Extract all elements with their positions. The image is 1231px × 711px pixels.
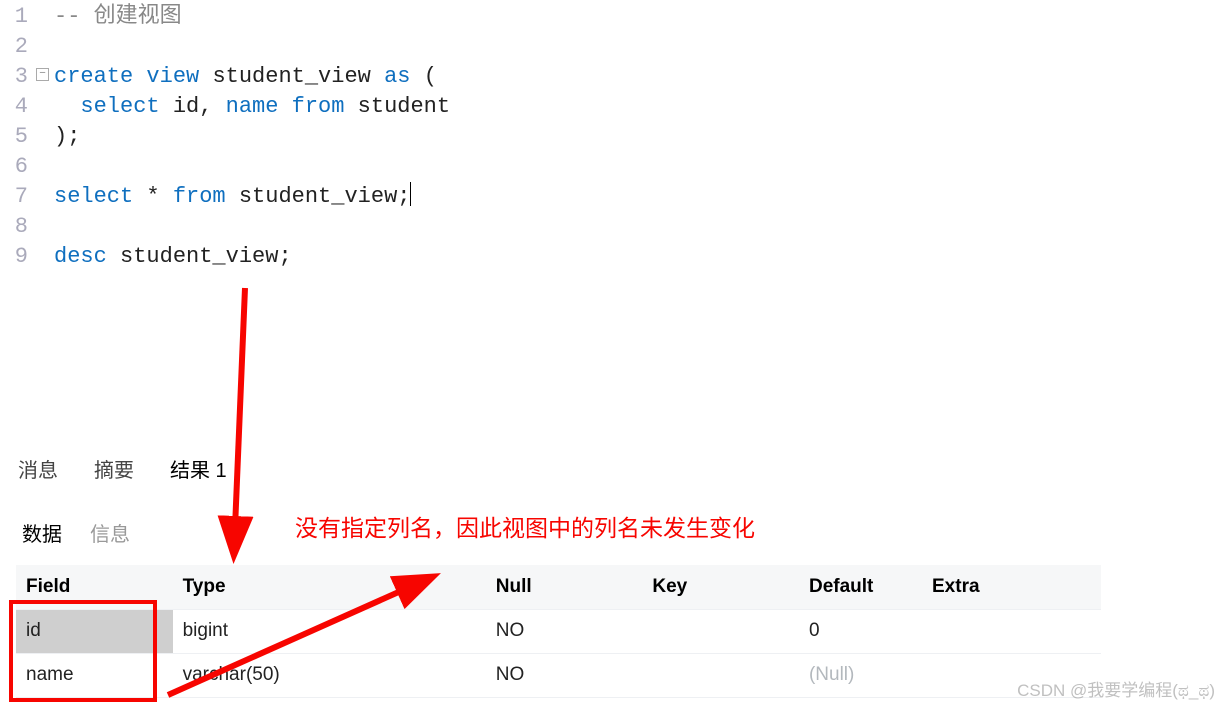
- code-token: select: [54, 184, 146, 209]
- col-header-extra[interactable]: Extra: [922, 565, 1101, 609]
- code-line[interactable]: [54, 152, 450, 182]
- tab-摘要[interactable]: 摘要: [90, 448, 138, 493]
- text-cursor: [410, 182, 411, 206]
- result-section-tabs: 消息摘要结果 1: [0, 440, 1231, 504]
- code-token: create view: [54, 64, 212, 89]
- describe-result-table: FieldTypeNullKeyDefaultExtra idbigintNO 0…: [16, 565, 1101, 698]
- col-header-type[interactable]: Type: [173, 565, 486, 609]
- fold-column: [36, 2, 54, 272]
- code-token: [54, 94, 80, 119]
- code-line[interactable]: [54, 212, 450, 242]
- code-token: student: [358, 94, 450, 119]
- code-line[interactable]: select * from student_view;: [54, 182, 450, 212]
- cell-field[interactable]: id: [16, 609, 173, 653]
- cell-null[interactable]: NO: [486, 609, 643, 653]
- table-row[interactable]: idbigintNO 0: [16, 609, 1101, 653]
- result-sub-tabs: 数据信息: [10, 504, 1221, 565]
- line-number: 8: [0, 212, 28, 242]
- line-number: 7: [0, 182, 28, 212]
- tab-结果 1[interactable]: 结果 1: [166, 448, 231, 493]
- line-number: 3: [0, 62, 28, 92]
- watermark-text: CSDN @我要学编程(ಥ_ಥ): [1017, 676, 1215, 701]
- cell-key[interactable]: [642, 653, 799, 697]
- tab-消息[interactable]: 消息: [14, 448, 62, 493]
- code-line[interactable]: );: [54, 122, 450, 152]
- code-token: id,: [173, 94, 226, 119]
- subtab-信息[interactable]: 信息: [90, 518, 130, 547]
- code-token: student_view;: [120, 244, 292, 269]
- code-token: select: [80, 94, 172, 119]
- line-number: 4: [0, 92, 28, 122]
- code-token: from: [173, 184, 239, 209]
- cell-extra[interactable]: [922, 609, 1101, 653]
- cell-field[interactable]: name: [16, 653, 173, 697]
- line-number-gutter: 123456789: [0, 2, 36, 272]
- line-number: 1: [0, 2, 28, 32]
- fold-toggle-icon[interactable]: [36, 68, 49, 81]
- line-number: 5: [0, 122, 28, 152]
- code-line[interactable]: desc student_view;: [54, 242, 450, 272]
- table-row[interactable]: namevarchar(50)NO (Null): [16, 653, 1101, 697]
- cell-type[interactable]: bigint: [173, 609, 486, 653]
- code-token: as: [384, 64, 424, 89]
- sql-editor[interactable]: 123456789 -- 创建视图 create view student_vie…: [0, 0, 1231, 440]
- col-header-key[interactable]: Key: [642, 565, 799, 609]
- code-token: student_view;: [239, 184, 411, 209]
- code-lines[interactable]: -- 创建视图 create view student_view as ( sel…: [54, 2, 450, 272]
- cell-default[interactable]: (Null): [799, 653, 922, 697]
- cell-key[interactable]: [642, 609, 799, 653]
- code-line[interactable]: [54, 32, 450, 62]
- code-line[interactable]: create view student_view as (: [54, 62, 450, 92]
- code-token: name from: [226, 94, 358, 119]
- code-token: 创建视图: [94, 4, 182, 29]
- results-panel: 数据信息 FieldTypeNullKeyDefaultExtra idbigi…: [0, 504, 1231, 698]
- code-token: (: [424, 64, 437, 89]
- line-number: 2: [0, 32, 28, 62]
- code-token: --: [54, 4, 94, 29]
- table-header-row: FieldTypeNullKeyDefaultExtra: [16, 565, 1101, 609]
- code-token: *: [146, 184, 172, 209]
- code-token: student_view: [212, 64, 384, 89]
- code-line[interactable]: -- 创建视图: [54, 2, 450, 32]
- line-number: 9: [0, 242, 28, 272]
- cell-null[interactable]: NO: [486, 653, 643, 697]
- col-header-field[interactable]: Field: [16, 565, 173, 609]
- code-token: desc: [54, 244, 120, 269]
- line-number: 6: [0, 152, 28, 182]
- subtab-数据[interactable]: 数据: [22, 518, 62, 547]
- code-token: );: [54, 124, 80, 149]
- cell-type[interactable]: varchar(50): [173, 653, 486, 697]
- col-header-default[interactable]: Default: [799, 565, 922, 609]
- cell-default[interactable]: 0: [799, 609, 922, 653]
- col-header-null[interactable]: Null: [486, 565, 643, 609]
- code-line[interactable]: select id, name from student: [54, 92, 450, 122]
